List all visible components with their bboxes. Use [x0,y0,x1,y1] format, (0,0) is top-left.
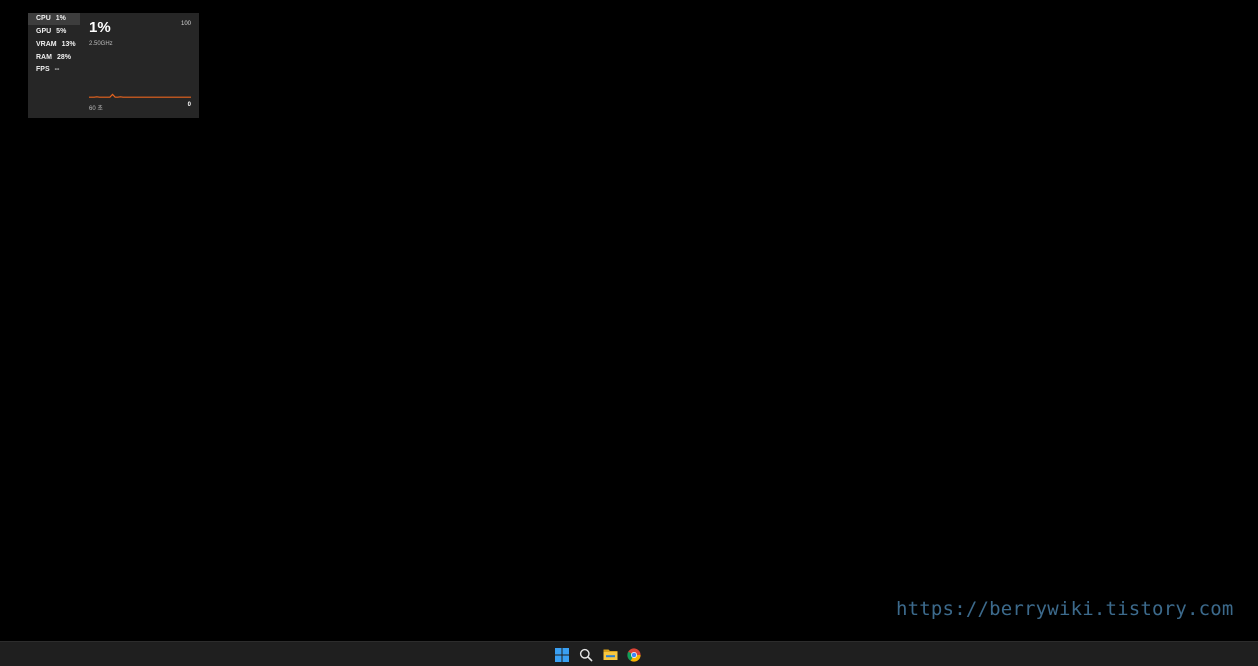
metric-gpu[interactable]: GPU 5% [28,26,80,38]
metric-cpu[interactable]: CPU 1% [28,13,80,25]
metric-value: 28% [56,54,71,61]
metric-label: FPS [36,66,50,73]
usage-line [89,93,191,98]
desktop: CPU 1% GPU 5% VRAM 13% RAM 28% FPS -- 1% 2.50… [0,0,1258,666]
metric-value: -- [54,66,60,73]
metric-list: CPU 1% GPU 5% VRAM 13% RAM 28% FPS -- [28,13,80,118]
folder-icon [603,649,617,660]
metric-label: VRAM [36,41,57,48]
metric-value: 1% [55,15,66,22]
taskbar-icons [552,642,644,666]
windows-logo-icon [555,647,569,662]
taskbar [0,641,1258,666]
metric-label: GPU [36,28,52,35]
current-usage: 1% [89,19,111,36]
metric-label: RAM [36,54,52,61]
watermark-url: https://berrywiki.tistory.com [896,598,1234,620]
metric-value: 5% [56,28,67,35]
metric-detail: 1% 2.50GHz 100 60 초 0 [89,13,191,118]
metric-fps[interactable]: FPS -- [28,64,80,76]
chrome-button[interactable] [624,644,644,666]
graph-scale-min: 0 [187,102,191,108]
metric-vram[interactable]: VRAM 13% [28,39,80,51]
graph-scale-max: 100 [180,21,191,27]
metric-ram[interactable]: RAM 28% [28,52,80,64]
search-icon [579,648,593,661]
graph-time-window: 60 초 [89,106,103,112]
metric-label: CPU [36,15,51,22]
usage-graph [89,93,191,98]
chrome-icon [627,647,641,662]
file-explorer-button[interactable] [600,644,620,666]
cpu-frequency: 2.50GHz [89,41,113,47]
performance-overlay: CPU 1% GPU 5% VRAM 13% RAM 28% FPS -- 1% 2.50… [28,13,199,118]
metric-value: 13% [61,41,76,48]
start-button[interactable] [552,644,572,666]
search-button[interactable] [576,644,596,666]
